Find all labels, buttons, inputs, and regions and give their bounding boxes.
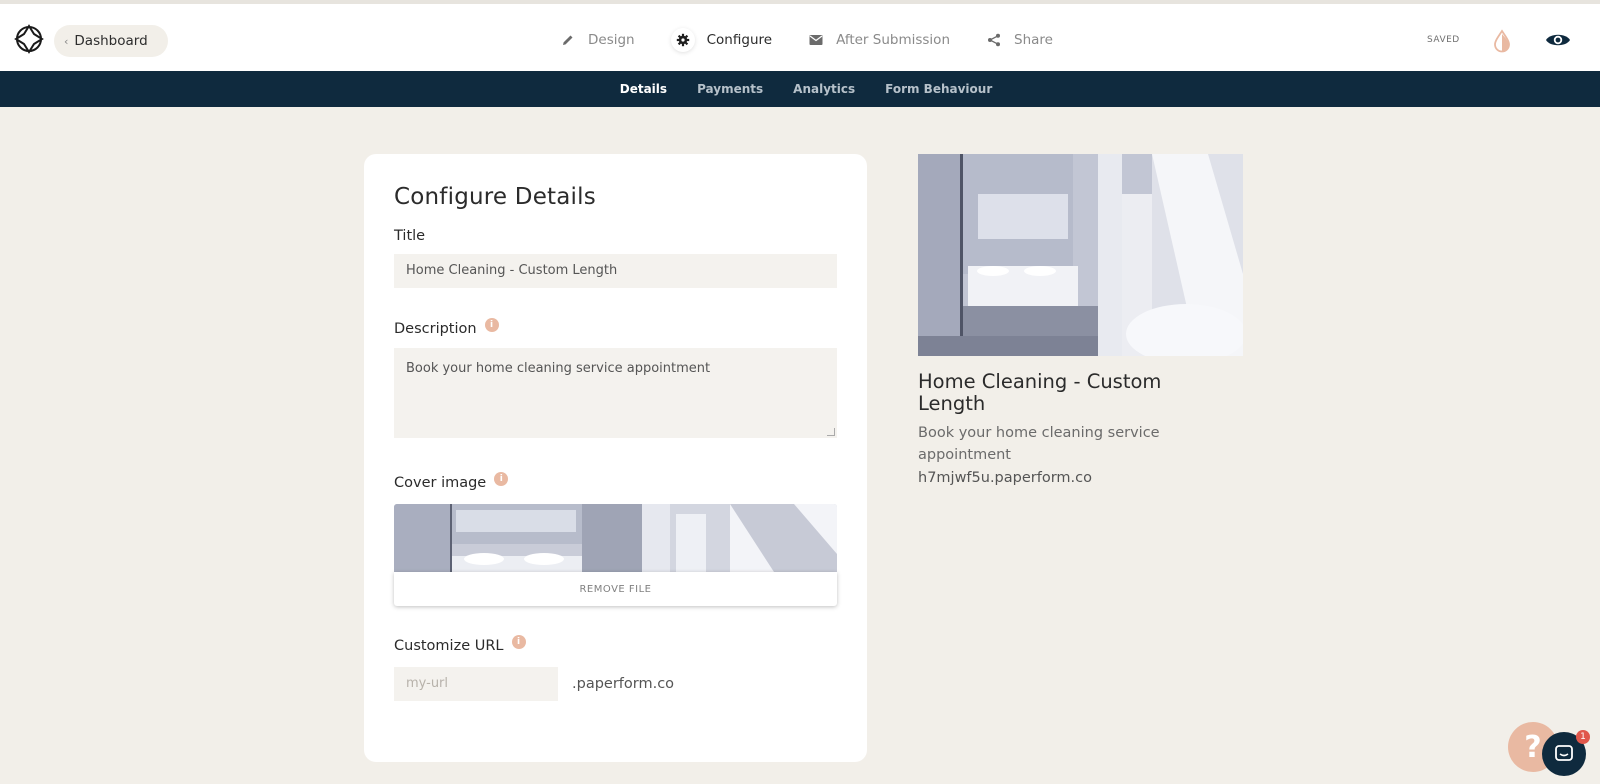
title-label-text: Title xyxy=(394,228,426,244)
step-configure-label: Configure xyxy=(706,32,773,48)
envelope-icon xyxy=(808,32,824,48)
cover-image-label: Cover image i xyxy=(394,472,509,491)
bathroom-image xyxy=(394,504,837,572)
notification-badge: 1 xyxy=(1576,730,1590,744)
configure-details-card: Configure Details Title Home Cleaning - … xyxy=(364,154,867,762)
tab-payments[interactable]: Payments xyxy=(697,82,763,96)
dashboard-back-button[interactable]: ‹ Dashboard xyxy=(54,25,168,57)
description-text: Book your home cleaning service appointm… xyxy=(406,361,711,376)
step-share-label: Share xyxy=(1014,32,1053,48)
title-label: Title xyxy=(394,228,425,244)
saved-status: SAVED xyxy=(1427,35,1460,45)
info-icon[interactable]: i xyxy=(494,472,509,486)
preview-url[interactable]: h7mjwf5u.paperform.co xyxy=(918,470,1092,486)
share-icon xyxy=(986,32,1002,48)
description-textarea[interactable]: Book your home cleaning service appointm… xyxy=(394,348,837,438)
preview-eye-icon[interactable] xyxy=(1545,30,1571,50)
resize-handle-icon[interactable] xyxy=(827,428,835,436)
question-mark-icon: ? xyxy=(1524,729,1542,765)
title-input[interactable]: Home Cleaning - Custom Length xyxy=(394,254,837,288)
step-configure[interactable]: Configure xyxy=(670,28,773,52)
preview-cover-image xyxy=(918,154,1243,356)
step-share[interactable]: Share xyxy=(986,32,1053,48)
preview-title: Home Cleaning - Custom Length xyxy=(918,370,1162,415)
info-icon[interactable]: i xyxy=(511,635,526,649)
paperform-logo-icon[interactable] xyxy=(14,24,44,54)
dashboard-label: Dashboard xyxy=(74,33,148,49)
bathroom-image xyxy=(918,154,1243,356)
step-design-label: Design xyxy=(588,32,635,48)
tab-analytics[interactable]: Analytics xyxy=(793,82,855,96)
step-after-submission[interactable]: After Submission xyxy=(808,32,950,48)
gear-icon xyxy=(670,28,695,52)
description-label: Description i xyxy=(394,318,499,337)
top-header: ‹ Dashboard Design Configure After Submi… xyxy=(0,0,1600,71)
chevron-left-icon: ‹ xyxy=(64,34,69,48)
cover-image-label-text: Cover image xyxy=(394,475,487,491)
step-after-submission-label: After Submission xyxy=(836,32,951,48)
preview-description: Book your home cleaning service appointm… xyxy=(918,425,1160,463)
theme-drop-icon[interactable] xyxy=(1492,29,1512,53)
cover-image-thumbnail xyxy=(394,504,837,572)
description-label-text: Description xyxy=(394,321,477,337)
editor-steps-nav: Design Configure After Submission Share xyxy=(560,24,1089,56)
configure-subnav: Details Payments Analytics Form Behaviou… xyxy=(0,71,1600,107)
remove-file-button[interactable]: REMOVE FILE xyxy=(394,572,837,606)
info-icon[interactable]: i xyxy=(484,318,499,332)
url-domain-suffix: .paperform.co xyxy=(572,676,675,692)
pencil-icon xyxy=(560,32,576,48)
customize-url-label: Customize URL i xyxy=(394,635,526,654)
chat-icon xyxy=(1555,745,1573,761)
page-title: Configure Details xyxy=(394,184,596,210)
customize-url-label-text: Customize URL xyxy=(394,638,504,654)
custom-url-input[interactable]: my-url xyxy=(394,667,558,701)
step-design[interactable]: Design xyxy=(560,32,635,48)
tab-form-behaviour[interactable]: Form Behaviour xyxy=(885,82,992,96)
tab-details[interactable]: Details xyxy=(620,82,667,96)
